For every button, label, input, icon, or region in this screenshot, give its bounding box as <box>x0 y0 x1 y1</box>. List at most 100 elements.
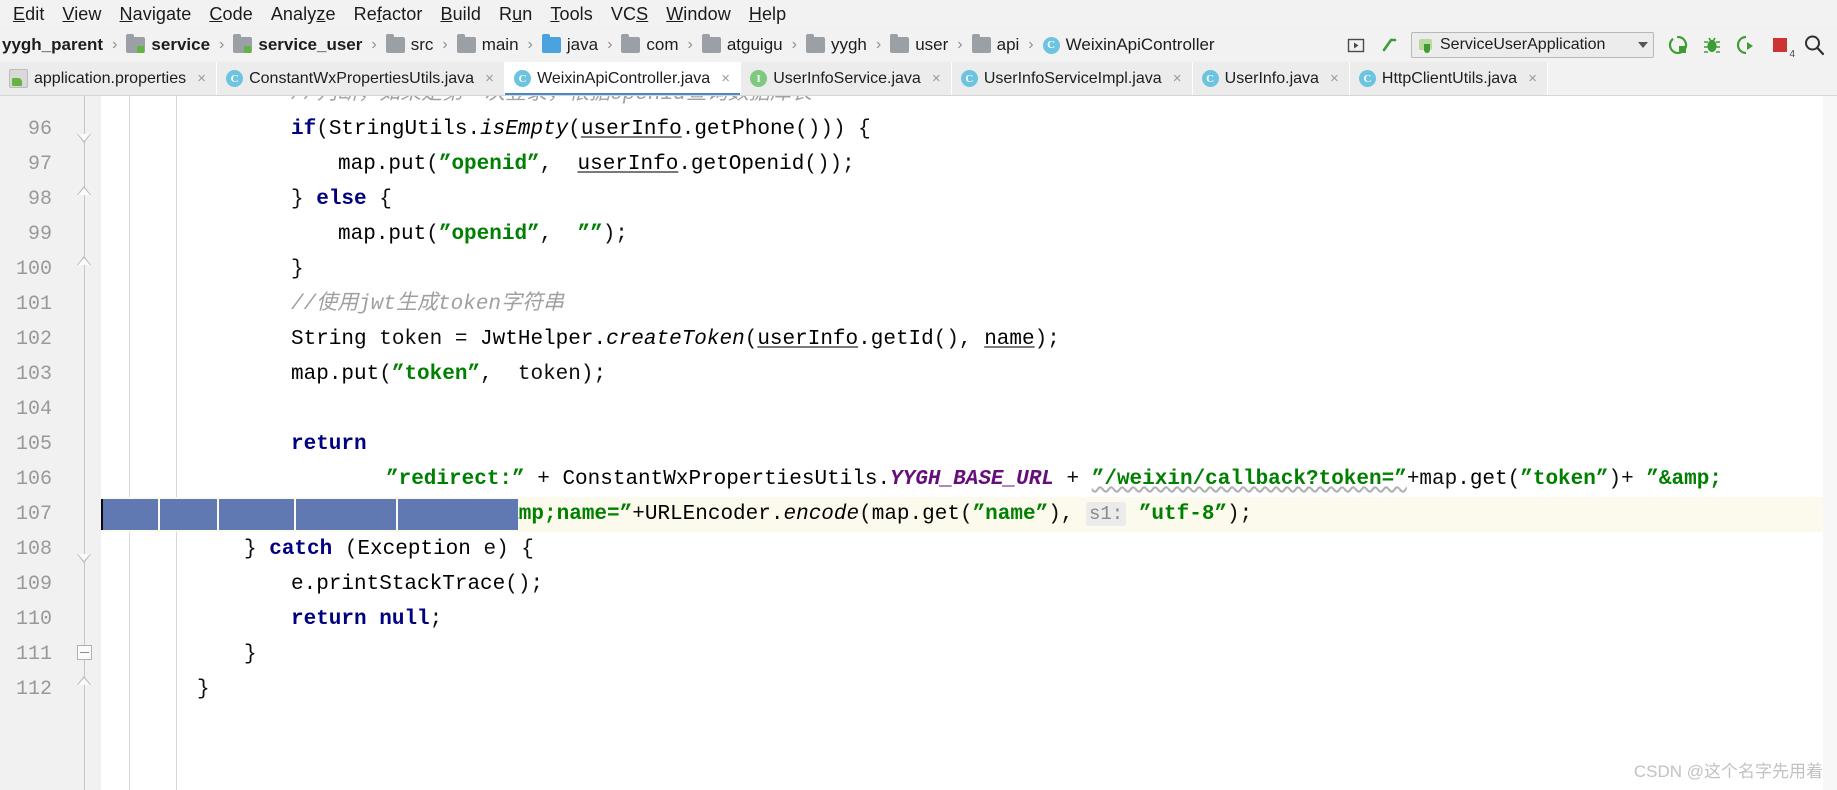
fold-region-start-icon[interactable] <box>77 256 92 265</box>
fold-region-start-icon[interactable] <box>77 676 92 685</box>
close-icon[interactable]: × <box>1526 71 1539 86</box>
fold-row[interactable] <box>66 112 101 147</box>
fold-row[interactable] <box>66 497 101 532</box>
selection-block <box>160 499 217 530</box>
run-with-coverage-button[interactable] <box>1729 30 1763 60</box>
code-line-104[interactable] <box>101 392 1837 427</box>
editor-tab-userinfoservice-java[interactable]: I UserInfoService.java × <box>741 62 952 95</box>
breadcrumb-item-main[interactable]: main <box>455 34 521 55</box>
search-everywhere-button[interactable] <box>1797 30 1831 60</box>
menu-window[interactable]: Window <box>657 1 740 27</box>
fold-row[interactable] <box>66 672 101 707</box>
editor-tab-label: UserInfoServiceImpl.java <box>983 69 1162 87</box>
code-line-105[interactable]: return <box>101 427 1837 462</box>
close-icon[interactable]: × <box>1171 71 1184 86</box>
editor-tab-bar: application.properties × C ConstantWxProper… <box>0 62 1837 96</box>
select-opened-file-button[interactable] <box>1339 30 1373 60</box>
close-icon[interactable]: × <box>195 71 208 86</box>
code-line-96[interactable]: if(StringUtils.isEmpty(userInfo.getPhone… <box>101 112 1837 147</box>
breadcrumb-item-service[interactable]: service <box>124 34 212 55</box>
stop-button[interactable]: 4 <box>1763 30 1797 60</box>
fold-row[interactable] <box>66 392 101 427</box>
close-icon[interactable]: × <box>719 71 732 86</box>
fold-row[interactable] <box>66 462 101 497</box>
code-line-102[interactable]: String token = JwtHelper.createToken(use… <box>101 322 1837 357</box>
breadcrumb-item-atguigu[interactable]: atguigu <box>700 34 785 55</box>
fold-row[interactable] <box>66 252 101 287</box>
menu-run[interactable]: Run <box>490 1 541 27</box>
close-icon[interactable]: × <box>483 71 496 86</box>
code-line-107[interactable]: ”&amp;name=”+URLEncoder.encode(map.get(”… <box>101 497 1837 532</box>
menu-analyze[interactable]: Analyze <box>262 1 345 27</box>
fold-row[interactable] <box>66 567 101 602</box>
fold-row[interactable] <box>66 322 101 357</box>
code-line-108[interactable]: } catch (Exception e) { <box>101 532 1837 567</box>
breadcrumb-item-java[interactable]: java <box>540 34 600 55</box>
fold-row[interactable] <box>66 357 101 392</box>
breadcrumb-item-api[interactable]: api <box>970 34 1022 55</box>
code-line-98[interactable]: } else { <box>101 182 1837 217</box>
fold-row[interactable] <box>66 217 101 252</box>
intellij-idea-window: Edit View Navigate Code Analyze Refactor… <box>0 0 1837 790</box>
editor-scrollbar[interactable] <box>1823 96 1837 790</box>
code-line-103[interactable]: map.put(”token”, token); <box>101 357 1837 392</box>
editor-tab-userinfoserviceimpl-java[interactable]: C UserInfoServiceImpl.java × <box>951 62 1193 95</box>
breadcrumb-item-weixinapicontroller[interactable]: C WeixinApiController <box>1041 35 1217 55</box>
code-line-101[interactable]: //使用jwt生成token字符串 <box>101 287 1837 322</box>
code-line-110[interactable]: return null; <box>101 602 1837 637</box>
fold-region-start-icon[interactable] <box>77 186 92 195</box>
code-line-111[interactable]: } <box>101 637 1837 672</box>
editor-tab-userinfo-java[interactable]: C UserInfo.java × <box>1192 62 1350 95</box>
folder-icon <box>456 34 476 53</box>
code-line-106[interactable]: ”redirect:” + ConstantWxPropertiesUtils.… <box>101 462 1837 497</box>
run-configuration-selector[interactable]: ServiceUserApplication <box>1411 32 1654 58</box>
breadcrumb-item-user[interactable]: user <box>888 34 950 55</box>
breadcrumb-item-yygh-parent[interactable]: yygh_parent <box>0 35 105 55</box>
run-button[interactable] <box>1661 30 1695 60</box>
menu-navigate[interactable]: Navigate <box>111 1 201 27</box>
fold-row[interactable] <box>66 182 101 217</box>
fold-collapse-icon[interactable] <box>77 645 92 660</box>
menu-code[interactable]: Code <box>200 1 261 27</box>
menu-vcs[interactable]: VCS <box>602 1 657 27</box>
fold-row[interactable] <box>66 147 101 182</box>
editor-tab-application-properties[interactable]: application.properties × <box>0 62 218 95</box>
code-editor[interactable]: 96 97 98 99 100 101 102 103 104 105 106 107 108 109 11… <box>0 96 1837 790</box>
breadcrumb-item-label: api <box>996 35 1020 54</box>
code-line-100[interactable]: } <box>101 252 1837 287</box>
close-icon[interactable]: × <box>930 71 943 86</box>
code-content[interactable]: //判断，如果是第一次登录，根据openid查询数据库表if(StringUti… <box>101 96 1837 790</box>
menu-help[interactable]: Help <box>740 1 795 27</box>
fold-row[interactable] <box>66 637 101 672</box>
editor-tab-constantwxpropertiesutils-java[interactable]: C ConstantWxPropertiesUtils.java × <box>217 62 506 95</box>
breadcrumb-separator: › <box>607 36 613 53</box>
menu-view[interactable]: View <box>53 1 110 27</box>
code-line-109[interactable]: e.printStackTrace(); <box>101 567 1837 602</box>
close-icon[interactable]: × <box>1328 71 1341 86</box>
fold-region-end-icon[interactable] <box>77 134 92 143</box>
code-line-112[interactable]: } <box>101 672 1837 707</box>
folding-outline-column[interactable] <box>66 96 101 790</box>
fold-row[interactable] <box>66 532 101 567</box>
menu-refactor[interactable]: Refactor <box>345 1 432 27</box>
menu-build[interactable]: Build <box>431 1 490 27</box>
breadcrumb-item-yygh[interactable]: yygh <box>804 34 869 55</box>
fold-row[interactable] <box>66 427 101 462</box>
breadcrumb-item-com[interactable]: com <box>619 34 680 55</box>
menu-edit[interactable]: Edit <box>4 1 53 27</box>
fold-row[interactable] <box>66 602 101 637</box>
menu-tools[interactable]: Tools <box>541 1 602 27</box>
fold-region-end-icon[interactable] <box>77 554 92 563</box>
code-line-97[interactable]: map.put(”openid”, userInfo.getOpenid()); <box>101 147 1837 182</box>
debug-button[interactable] <box>1695 30 1729 60</box>
editor-gutter[interactable]: 96 97 98 99 100 101 102 103 104 105 106 107 108 109 11… <box>0 96 66 790</box>
editor-tab-weixinapicontroller-java[interactable]: C WeixinApiController.java × <box>505 62 742 95</box>
breadcrumb-item-service-user[interactable]: service_user <box>231 34 364 55</box>
code-line-99[interactable]: map.put(”openid”, ””); <box>101 217 1837 252</box>
breadcrumb-separator: › <box>371 36 377 53</box>
build-project-button[interactable] <box>1373 30 1407 60</box>
editor-tab-label: WeixinApiController.java <box>537 69 711 87</box>
fold-row[interactable] <box>66 287 101 322</box>
editor-tab-httpclientutils-java[interactable]: C HttpClientUtils.java × <box>1349 62 1549 95</box>
breadcrumb-item-src[interactable]: src <box>384 34 436 55</box>
